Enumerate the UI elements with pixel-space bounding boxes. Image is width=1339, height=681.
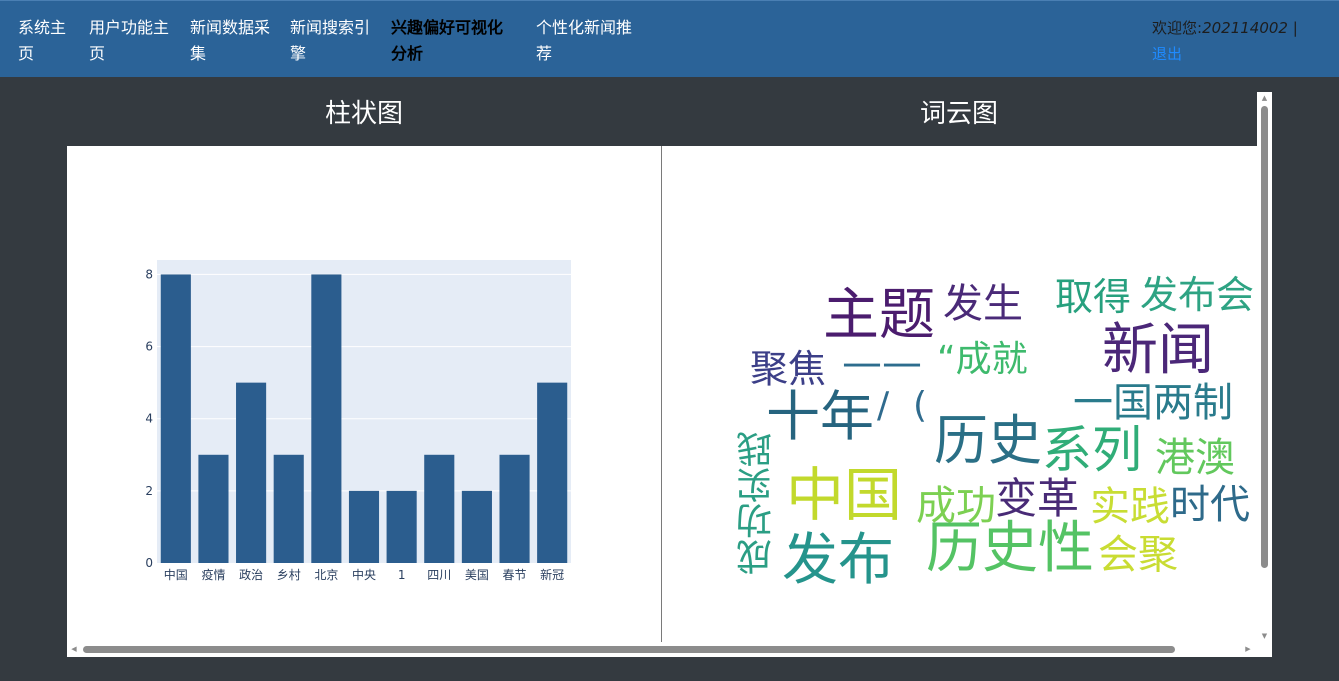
- wordcloud-word: 发生: [943, 281, 1023, 327]
- wordcloud-word: 时代: [1170, 482, 1250, 528]
- bar[interactable]: [236, 382, 267, 563]
- nav-item-label: 个性化新闻推: [536, 18, 633, 37]
- welcome-label: 欢迎您:: [1152, 19, 1203, 37]
- scroll-down-icon[interactable]: ▼: [1260, 632, 1269, 640]
- wordcloud-word: 历史: [934, 409, 1042, 472]
- x-tick-label: 中国: [164, 567, 188, 582]
- nav-item-user-home[interactable]: 用户功能主 页: [89, 15, 169, 67]
- nav-item-news-collect[interactable]: 新闻数据采 集: [190, 15, 270, 67]
- wordcloud-word: 新闻: [1102, 318, 1214, 383]
- nav-item-label: 擎: [290, 44, 307, 63]
- welcome-text: 欢迎您:202114002 |: [1152, 15, 1298, 41]
- x-tick-label: 政治: [239, 568, 263, 582]
- bar[interactable]: [348, 490, 380, 563]
- scroll-right-icon[interactable]: ▶: [1244, 645, 1252, 654]
- nav-item-label: 新闻数据采: [190, 18, 271, 37]
- wordcloud-word: “成就: [937, 339, 1028, 380]
- y-tick-label: 0: [145, 556, 153, 570]
- bar[interactable]: [499, 454, 530, 563]
- scroll-up-icon[interactable]: ▲: [1260, 94, 1269, 102]
- vertical-scroll-thumb[interactable]: [1261, 106, 1268, 568]
- nav-item-label: 系统主: [18, 18, 67, 37]
- nav-item-interest-visual[interactable]: 兴趣偏好可视化 分析: [391, 15, 503, 67]
- wordcloud-word: 取得: [1055, 275, 1132, 319]
- nav-item-label: 分析: [391, 44, 424, 63]
- visualization-frame: 0 2 4 6 8 中国 疫情 政治 乡村 北京 中央 1 四川 美国 春节 新冠 主题 发生 取得 发布会 新闻 聚焦…: [67, 146, 1257, 642]
- nav-item-label: 兴趣偏好可视化: [391, 18, 504, 37]
- nav-item-label: 页: [89, 44, 106, 63]
- nav-item-label: 新闻搜索引: [290, 18, 371, 37]
- bar-chart-title: 柱状图: [324, 99, 403, 129]
- nav-item-recommend[interactable]: 个性化新闻推 荐: [536, 15, 632, 67]
- user-id: 202114002: [1202, 19, 1288, 37]
- y-tick-label: 6: [145, 340, 153, 354]
- wordcloud-word: 系列: [1042, 421, 1142, 479]
- x-tick-label: 新冠: [540, 567, 564, 582]
- wordcloud-word: 聚焦: [750, 347, 827, 391]
- scroll-left-icon[interactable]: ◀: [70, 645, 78, 654]
- x-tick-label: 1: [398, 568, 406, 582]
- nav-item-label: 荐: [536, 44, 553, 63]
- y-tick-label: 8: [145, 267, 153, 281]
- wordcloud-word: 发布会: [1140, 273, 1255, 317]
- wordcloud: 主题 发生 取得 发布会 新闻 聚焦 —— “成就 一国两制 十年 /(历史 系列 港澳 成功实践 中国 成功…: [662, 146, 1257, 642]
- vertical-scrollbar[interactable]: ▲ ▼: [1257, 92, 1272, 642]
- bar[interactable]: [537, 382, 568, 563]
- nav-item-news-search[interactable]: 新闻搜索引 擎: [290, 15, 370, 67]
- wordcloud-title: 词云图: [919, 99, 998, 129]
- wordcloud-word: 一国两制: [1073, 380, 1233, 426]
- wordcloud-word: 历史性: [926, 516, 1094, 581]
- x-tick-label: 北京: [314, 568, 338, 582]
- bar-chart: 0 2 4 6 8 中国 疫情 政治 乡村 北京 中央 1 四川 美国 春节 新冠: [145, 260, 571, 582]
- top-navbar: 系统主 页 用户功能主 页 新闻数据采 集 新闻搜索引 擎 兴趣偏好可视化 分析…: [0, 0, 1339, 77]
- x-tick-label: 四川: [427, 568, 451, 582]
- bar[interactable]: [273, 454, 304, 563]
- nav-item-label: 页: [18, 44, 35, 63]
- y-tick-label: 4: [145, 412, 153, 426]
- wordcloud-word: 会聚: [1098, 532, 1178, 578]
- nav-item-home[interactable]: 系统主 页: [18, 15, 66, 67]
- x-tick-label: 春节: [503, 568, 527, 582]
- nav-item-label: 用户功能主: [89, 18, 170, 37]
- horizontal-scroll-thumb[interactable]: [83, 646, 1175, 653]
- wordcloud-word: 变革: [995, 474, 1080, 523]
- wordcloud-word: (: [913, 385, 928, 426]
- bar[interactable]: [461, 490, 492, 563]
- bar[interactable]: [198, 454, 229, 563]
- nav-item-label: 集: [190, 44, 207, 63]
- bar[interactable]: [311, 274, 342, 563]
- x-tick-label: 乡村: [277, 568, 301, 582]
- wordcloud-word: /: [877, 385, 890, 426]
- x-tick-label: 美国: [465, 568, 489, 582]
- wordcloud-word: 中国: [786, 461, 903, 529]
- y-tick-label: 2: [145, 484, 153, 498]
- logout-link[interactable]: 退出: [1152, 41, 1182, 67]
- wordcloud-word: 实践: [1090, 484, 1170, 530]
- wordcloud-word: 港澳: [1155, 435, 1235, 481]
- welcome-separator: |: [1292, 19, 1298, 37]
- wordcloud-word: 主题: [823, 283, 935, 348]
- wordcloud-word: ——: [842, 340, 922, 386]
- wordcloud-word: 十年: [766, 385, 874, 448]
- x-tick-label: 疫情: [201, 567, 225, 582]
- wordcloud-word: 发布: [782, 528, 894, 593]
- x-tick-label: 中央: [352, 567, 376, 582]
- horizontal-scrollbar[interactable]: ◀ ▶: [67, 642, 1272, 657]
- bar[interactable]: [160, 274, 191, 563]
- wordcloud-word: 成功实践: [737, 431, 778, 575]
- bar[interactable]: [386, 490, 417, 563]
- bar[interactable]: [424, 454, 455, 563]
